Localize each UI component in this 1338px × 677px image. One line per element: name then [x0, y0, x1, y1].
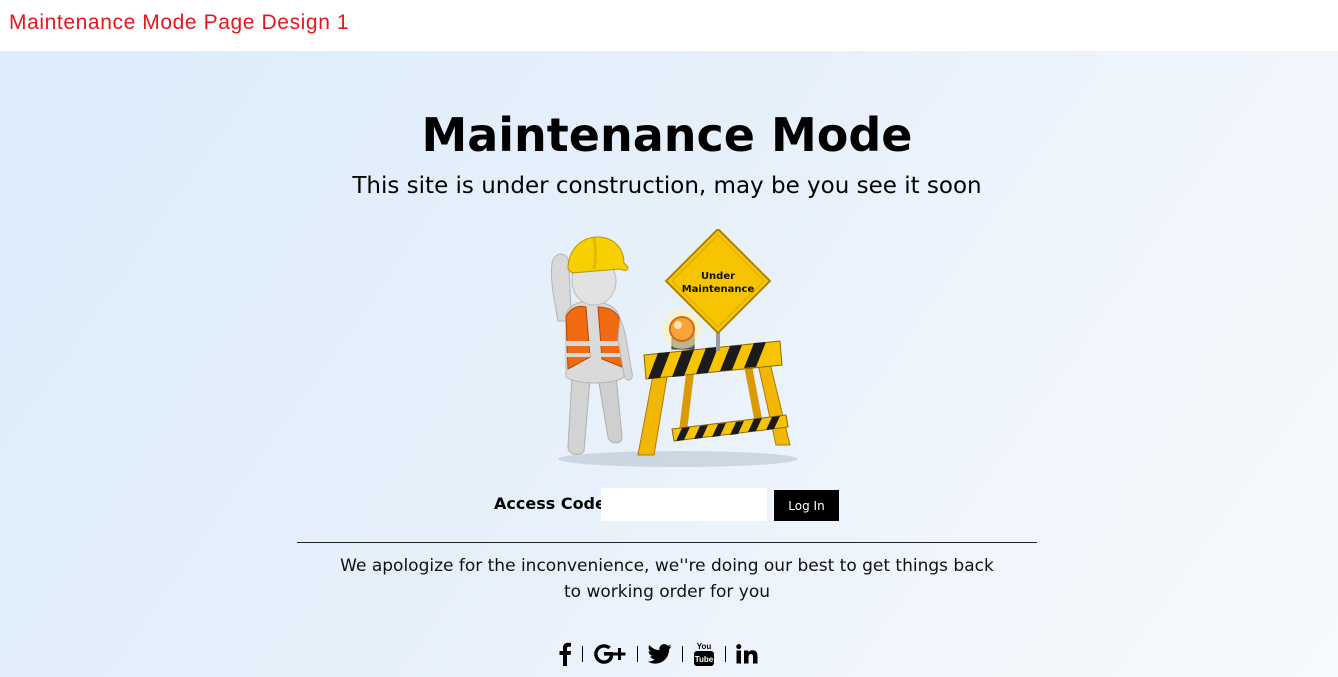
apology-message: We apologize for the inconvenience, we''… — [340, 553, 994, 605]
social-links: You Tube — [558, 638, 758, 670]
facebook-icon[interactable] — [558, 642, 572, 666]
apology-line-1: We apologize for the inconvenience, we''… — [340, 556, 994, 576]
svg-text:Tube: Tube — [695, 655, 714, 664]
svg-text:You: You — [697, 642, 712, 651]
lamp-highlight — [674, 321, 682, 329]
linkedin-icon[interactable] — [736, 644, 758, 664]
maintenance-illustration: Under Maintenance — [551, 229, 798, 467]
barrier-leg — [755, 354, 791, 446]
worker-figure — [551, 236, 633, 455]
separator — [582, 646, 583, 662]
lamp-light — [669, 316, 695, 342]
divider — [297, 542, 1037, 543]
separator — [725, 646, 726, 662]
access-code-label: Access Code: — [494, 494, 613, 513]
top-bar: Maintenance Mode Page Design 1 — [0, 0, 1338, 51]
access-code-input[interactable] — [601, 488, 767, 521]
youtube-icon[interactable]: You Tube — [693, 641, 715, 667]
twitter-icon[interactable] — [648, 644, 672, 664]
login-button[interactable]: Log In — [774, 490, 839, 521]
maintenance-section: Maintenance Mode This site is under cons… — [0, 51, 1338, 677]
worker-leg — [597, 374, 623, 444]
separator — [682, 646, 683, 662]
apology-line-2: to working order for you — [563, 582, 771, 602]
ground-shadow — [558, 451, 798, 467]
page-title: Maintenance Mode — [421, 108, 913, 162]
sign-text-line1: Under — [701, 271, 735, 282]
page-heading: Maintenance Mode Page Design 1 — [9, 11, 350, 34]
page-subtitle: This site is under construction, may be … — [352, 173, 982, 199]
google-plus-icon[interactable] — [593, 643, 627, 665]
hard-hat-icon — [567, 236, 629, 274]
separator — [637, 646, 638, 662]
worker-leg — [567, 376, 591, 455]
sign-text-line2: Maintenance — [682, 284, 755, 295]
